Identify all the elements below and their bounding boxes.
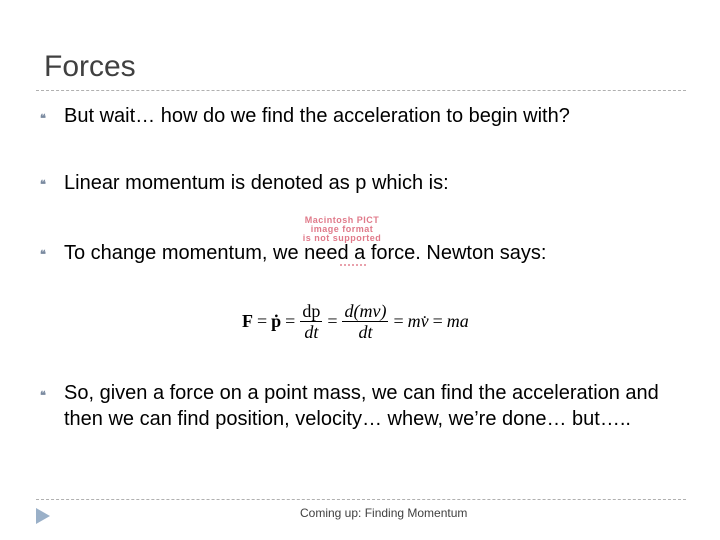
footer-text: Coming up: Finding Momentum — [300, 506, 468, 520]
bullet-icon: ❝ — [40, 390, 46, 402]
eq-equals: = — [285, 310, 296, 331]
eq-fraction-dmv-dt: d(mv) dt — [342, 300, 389, 342]
slide-title: Forces — [44, 50, 136, 83]
pict-placeholder-small — [340, 264, 366, 272]
title-divider — [36, 90, 686, 91]
eq-equals: = — [257, 310, 268, 331]
eq-frac1-den: dt — [304, 321, 319, 342]
newton-equation: F = ṗ = dp dt = d(mv) dt = mv̇ = ma — [240, 296, 471, 346]
eq-equals: = — [327, 310, 338, 331]
eq-force: F — [242, 310, 253, 331]
bullet-text-4: So, given a force on a point mass, we ca… — [64, 382, 659, 430]
bullet-text-3: To change momentum, we need a force. New… — [64, 242, 547, 264]
next-slide-arrow-icon[interactable] — [36, 508, 50, 524]
bullet-text-1: But wait… how do we find the acceleratio… — [64, 105, 570, 127]
eq-equals: = — [393, 310, 404, 331]
bullet-icon: ❝ — [40, 113, 46, 125]
eq-ma: ma — [446, 310, 469, 331]
eq-fraction-dp-dt: dp dt — [300, 300, 323, 342]
bullet-icon: ❝ — [40, 249, 46, 261]
eq-equals: = — [432, 310, 443, 331]
footer-divider — [36, 499, 686, 500]
bullet-text-2: Linear momentum is denoted as p which is… — [64, 172, 449, 194]
bullet-icon: ❝ — [40, 179, 46, 191]
eq-frac1-num: dp — [300, 300, 323, 322]
eq-frac2-den: dt — [358, 321, 373, 342]
eq-pdot: ṗ — [271, 310, 282, 331]
pict-placeholder-image: Macintosh PICT image format is not suppo… — [284, 216, 400, 243]
eq-mvdot: mv̇ — [407, 310, 429, 331]
eq-frac2-num: d(mv) — [342, 300, 389, 322]
